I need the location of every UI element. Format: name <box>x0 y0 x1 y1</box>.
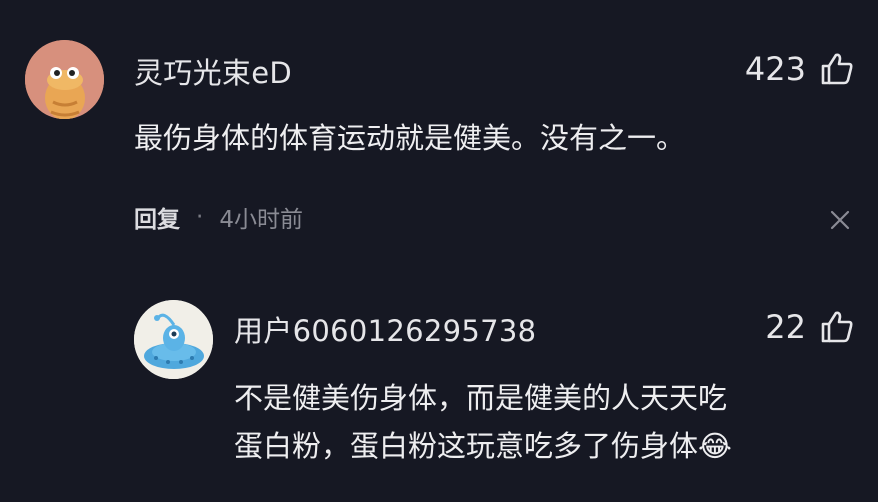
thumbs-up-icon[interactable] <box>820 52 854 86</box>
laughing-emoji-icon: 😂 <box>698 429 732 463</box>
comment-timestamp: 4小时前 <box>219 207 303 233</box>
comment-text-line: 蛋白粉，蛋白粉这玩意吃多了伤身体😂 <box>234 422 732 470</box>
like-count: 423 <box>744 50 806 88</box>
thumbs-up-icon[interactable] <box>820 310 854 344</box>
comment-username[interactable]: 灵巧光束eD <box>134 50 292 92</box>
separator-dot: · <box>196 204 204 230</box>
reply-button[interactable]: 回复 <box>134 200 180 234</box>
avatar[interactable] <box>25 40 104 119</box>
comment-username[interactable]: 用户6060126295738 <box>234 308 536 350</box>
alien-character-avatar-image <box>134 300 213 379</box>
comment-text: 最伤身体的体育运动就是健美。没有之一。 <box>134 121 686 155</box>
comment-meta: 回复 · 4小时前 <box>134 200 303 234</box>
close-icon[interactable] <box>829 209 851 231</box>
comment-text-span: 蛋白粉，蛋白粉这玩意吃多了伤身体 <box>234 429 699 463</box>
bread-character-avatar-image <box>25 40 104 119</box>
like-count: 22 <box>765 308 806 346</box>
avatar[interactable] <box>134 300 213 379</box>
like-button[interactable]: 423 <box>745 50 854 88</box>
comment-text-line: 不是健美伤身体，而是健美的人天天吃 <box>234 381 728 415</box>
like-button[interactable]: 22 <box>765 308 854 346</box>
